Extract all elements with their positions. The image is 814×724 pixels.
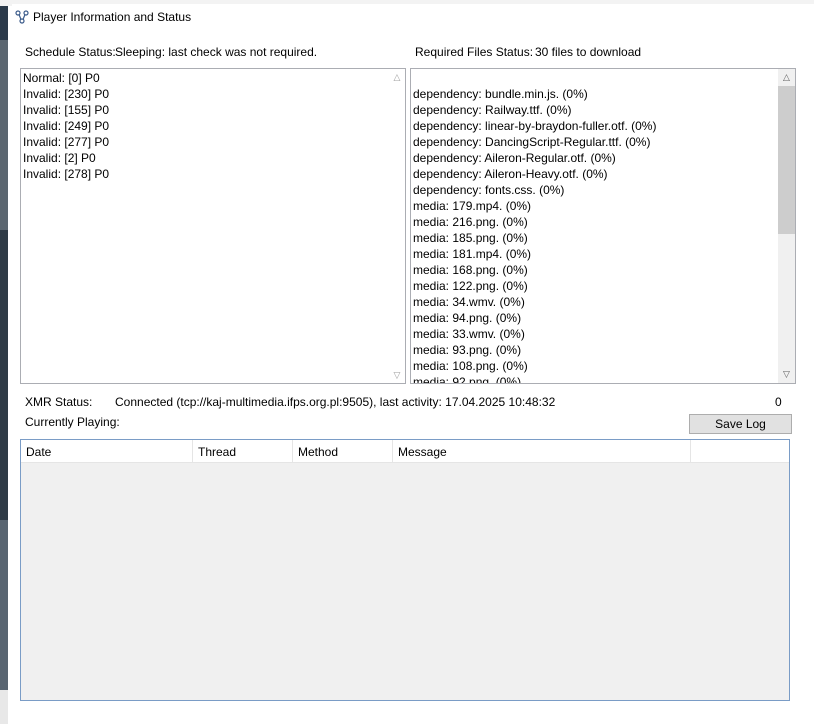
schedule-listbox[interactable]: Normal: [0] P0 Invalid: [230] P0 Invalid: … — [20, 68, 406, 384]
background-desktop-edge — [0, 0, 8, 724]
file-list-item[interactable]: dependency: Aileron-Heavy.otf. (0%) — [411, 166, 656, 182]
required-files-value: 30 files to download — [535, 45, 642, 59]
schedule-list-item[interactable]: Invalid: [155] P0 — [21, 102, 405, 118]
file-list-item[interactable]: media: 92.png. (0%) — [411, 374, 656, 383]
file-list-item[interactable]: dependency: DancingScript-Regular.ttf. (… — [411, 134, 656, 150]
file-list-item[interactable]: media: 185.png. (0%) — [411, 230, 656, 246]
file-list-item[interactable]: media: 34.wmv. (0%) — [411, 294, 656, 310]
required-files-label: Required Files Status: — [415, 45, 534, 59]
schedule-status-label: Schedule Status: — [25, 45, 116, 59]
schedule-scrollbar[interactable]: △ ▽ — [389, 69, 405, 383]
file-list-item[interactable]: dependency: Railway.ttf. (0%) — [411, 102, 656, 118]
chevron-down-icon[interactable]: ▽ — [778, 366, 795, 383]
file-list-item[interactable]: media: 179.mp4. (0%) — [411, 198, 656, 214]
xmr-count: 0 — [775, 395, 782, 409]
file-list-item[interactable]: dependency: linear-by-braydon-fuller.otf… — [411, 118, 656, 134]
column-header-date[interactable]: Date — [21, 440, 193, 462]
column-header-method[interactable]: Method — [293, 440, 393, 462]
player-info-window: Player Information and Status Schedule S… — [12, 4, 814, 724]
chevron-up-icon[interactable]: △ — [778, 69, 795, 86]
file-list-item[interactable]: media: 181.mp4. (0%) — [411, 246, 656, 262]
column-header-message[interactable]: Message — [393, 440, 691, 462]
log-grid[interactable]: Date Thread Method Message — [20, 439, 790, 701]
chevron-down-icon[interactable]: ▽ — [389, 367, 405, 383]
file-list-item[interactable]: media: 94.png. (0%) — [411, 310, 656, 326]
currently-playing-label: Currently Playing: — [25, 415, 120, 429]
file-list-item[interactable]: dependency: Aileron-Regular.otf. (0%) — [411, 150, 656, 166]
files-scrollbar[interactable]: △ ▽ — [778, 69, 795, 383]
chevron-up-icon[interactable]: △ — [389, 69, 405, 85]
files-listbox[interactable]: dependency: bundle.min.js. (0%) dependenc… — [410, 68, 796, 384]
window-title: Player Information and Status — [33, 10, 192, 24]
save-log-button[interactable]: Save Log — [689, 414, 792, 434]
file-list-item[interactable]: media: 33.wmv. (0%) — [411, 326, 656, 342]
schedule-list-item[interactable]: Normal: [0] P0 — [21, 70, 405, 86]
schedule-list-item[interactable]: Invalid: [249] P0 — [21, 118, 405, 134]
xmr-status-value: Connected (tcp://kaj-multimedia.ifps.org… — [115, 395, 556, 409]
title-bar: Player Information and Status — [12, 4, 814, 32]
schedule-list-item[interactable]: Invalid: [278] P0 — [21, 166, 405, 182]
file-list-item[interactable]: dependency: bundle.min.js. (0%) — [411, 86, 656, 102]
file-list-item[interactable]: media: 93.png. (0%) — [411, 342, 656, 358]
schedule-list-item[interactable]: Invalid: [2] P0 — [21, 150, 405, 166]
file-list-item[interactable]: media: 108.png. (0%) — [411, 358, 656, 374]
schedule-list-item[interactable]: Invalid: [277] P0 — [21, 134, 405, 150]
file-list-item[interactable]: dependency: fonts.css. (0%) — [411, 182, 656, 198]
column-header-thread[interactable]: Thread — [193, 440, 293, 462]
network-nodes-icon — [15, 10, 29, 24]
log-grid-header: Date Thread Method Message — [21, 440, 789, 463]
file-list-item[interactable]: media: 216.png. (0%) — [411, 214, 656, 230]
schedule-list-item[interactable]: Invalid: [230] P0 — [21, 86, 405, 102]
files-scroll-thumb[interactable] — [778, 86, 795, 234]
xmr-status-label: XMR Status: — [25, 395, 93, 409]
file-list-item[interactable]: media: 122.png. (0%) — [411, 278, 656, 294]
file-list-item[interactable]: media: 168.png. (0%) — [411, 262, 656, 278]
schedule-status-value: Sleeping: last check was not required. — [115, 45, 318, 59]
